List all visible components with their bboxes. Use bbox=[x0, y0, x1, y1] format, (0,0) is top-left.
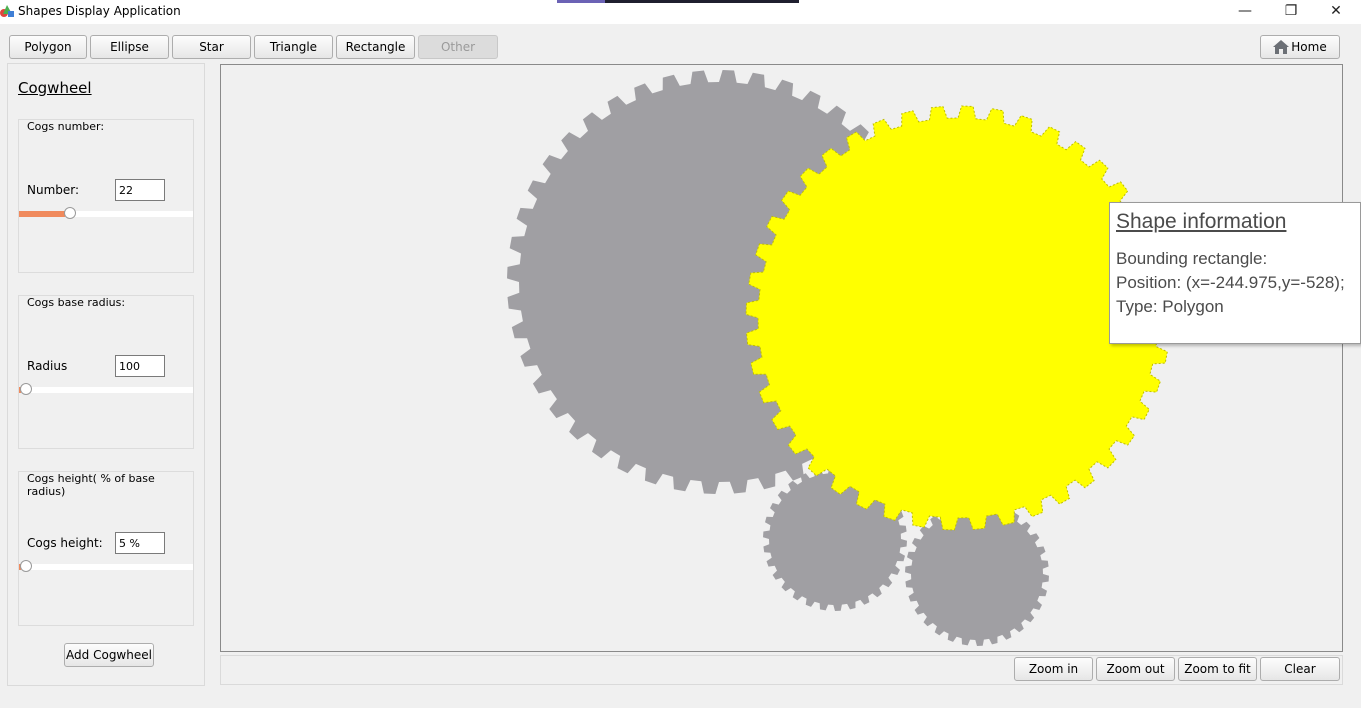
cogwheel-panel: Cogwheel Cogs number: Number: Cogs base … bbox=[7, 63, 205, 686]
minimize-button[interactable]: — bbox=[1222, 0, 1268, 24]
cogs-height-label: Cogs height: bbox=[27, 536, 103, 550]
window-title: Shapes Display Application bbox=[18, 4, 181, 18]
cogs-height-slider[interactable] bbox=[19, 560, 193, 572]
drawing-canvas[interactable] bbox=[220, 64, 1343, 652]
add-cogwheel-button[interactable]: Add Cogwheel bbox=[64, 643, 154, 667]
other-button[interactable]: Other bbox=[418, 35, 498, 59]
cogs-height-group-label: Cogs height( % of base radius) bbox=[27, 472, 193, 498]
slider-thumb[interactable] bbox=[20, 560, 32, 572]
cogs-height-input[interactable] bbox=[115, 532, 165, 554]
number-input[interactable] bbox=[115, 179, 165, 201]
cogwheel-selected-yellow[interactable] bbox=[745, 105, 1171, 531]
tooltip-type: Type: Polygon bbox=[1116, 297, 1224, 316]
home-icon bbox=[1273, 40, 1290, 54]
shapes-svg bbox=[507, 70, 1171, 646]
slider-fill bbox=[19, 211, 65, 217]
cogs-base-radius-group-label: Cogs base radius: bbox=[27, 296, 126, 309]
cogs-number-slider[interactable] bbox=[19, 207, 193, 219]
radius-input[interactable] bbox=[115, 355, 165, 377]
number-label: Number: bbox=[27, 183, 80, 197]
ellipse-button[interactable]: Ellipse bbox=[90, 35, 169, 59]
restore-button[interactable]: ❐ bbox=[1268, 0, 1314, 24]
polygon-button[interactable]: Polygon bbox=[9, 35, 87, 59]
zoom-in-button[interactable]: Zoom in bbox=[1014, 657, 1093, 681]
cogs-height-group: Cogs height( % of base radius) Cogs heig… bbox=[18, 471, 194, 626]
zoom-to-fit-button[interactable]: Zoom to fit bbox=[1178, 657, 1257, 681]
cogs-number-group-label: Cogs number: bbox=[27, 120, 105, 133]
tooltip-bounding-label: Bounding rectangle: bbox=[1116, 249, 1268, 268]
rectangle-button[interactable]: Rectangle bbox=[336, 35, 415, 59]
clear-button[interactable]: Clear bbox=[1260, 657, 1340, 681]
title-bar: Shapes Display Application — ❐ ✕ bbox=[0, 0, 1361, 24]
tooltip-position: Position: (x=-244.975,y=-528); bbox=[1116, 273, 1345, 292]
tooltip-title: Shape information bbox=[1116, 210, 1287, 233]
cogs-number-group: Cogs number: Number: bbox=[18, 119, 194, 273]
title-accent-bar bbox=[557, 0, 799, 3]
star-button[interactable]: Star bbox=[172, 35, 251, 59]
slider-thumb[interactable] bbox=[20, 383, 32, 395]
triangle-button[interactable]: Triangle bbox=[254, 35, 333, 59]
home-button-label: Home bbox=[1291, 40, 1327, 54]
panel-title: Cogwheel bbox=[18, 79, 92, 97]
radius-label: Radius bbox=[27, 359, 68, 373]
radius-slider[interactable] bbox=[19, 383, 193, 395]
slider-thumb[interactable] bbox=[64, 207, 76, 219]
shape-info-tooltip: Shape information Bounding rectangle: Po… bbox=[1109, 202, 1361, 344]
app-logo-icon bbox=[0, 5, 14, 17]
cogs-base-radius-group: Cogs base radius: Radius bbox=[18, 295, 194, 449]
home-button[interactable]: Home bbox=[1260, 35, 1340, 59]
close-button[interactable]: ✕ bbox=[1313, 0, 1359, 24]
zoom-out-button[interactable]: Zoom out bbox=[1096, 657, 1175, 681]
